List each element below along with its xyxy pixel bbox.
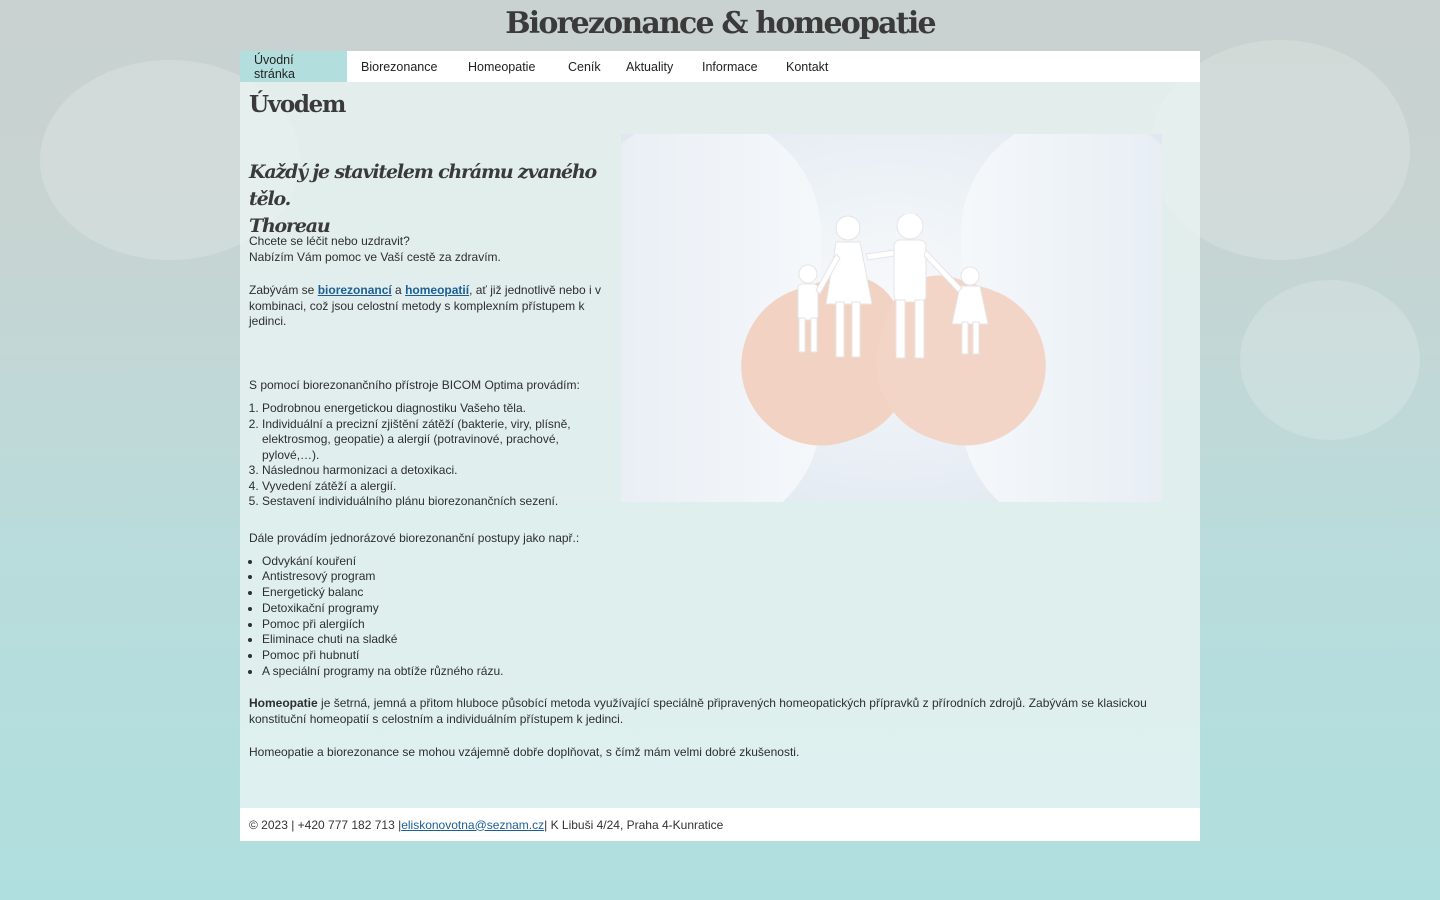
bicom-intro: S pomocí biorezonančního přístroje BICOM… bbox=[249, 377, 580, 392]
list-item: Eliminace chuti na sladké bbox=[262, 632, 1179, 648]
intro-paragraph: Chcete se léčit nebo uzdravit? Nabízím V… bbox=[249, 234, 604, 265]
homeopatie-paragraph: Homeopatie je šetrná, jemná a přitom hlu… bbox=[249, 696, 1179, 727]
nav-item-homeopatie[interactable]: Homeopatie bbox=[454, 51, 554, 82]
focus-text-mid: a bbox=[391, 283, 406, 297]
main-navigation: Úvodní stránka Biorezonance Homeopatie C… bbox=[240, 51, 1200, 82]
programs-list: Odvykání kouření Antistresový program En… bbox=[262, 554, 1179, 680]
site-title[interactable]: Biorezonance & homeopatie bbox=[0, 0, 1440, 48]
diagnostic-steps-list: Podrobnou energetickou diagnostiku Vašeh… bbox=[262, 401, 604, 510]
list-item: Individuální a precizní zjištění zátěží … bbox=[262, 417, 604, 464]
list-item: Pomoc při hubnutí bbox=[262, 648, 1179, 664]
nav-item-cenik[interactable]: Ceník bbox=[554, 51, 612, 82]
list-item: Pomoc při alergiích bbox=[262, 617, 1179, 633]
homeopatie-link[interactable]: homeopatií bbox=[405, 283, 469, 297]
biorezonance-link[interactable]: biorezonancí bbox=[318, 283, 392, 297]
programs-intro: Dále provádím jednorázové biorezonanční … bbox=[249, 531, 580, 545]
closing-paragraph: Homeopatie a biorezonance se mohou vzáje… bbox=[249, 744, 800, 759]
focus-text-start: Zabývám se bbox=[249, 283, 318, 297]
nav-item-uvodni-stranka[interactable]: Úvodní stránka bbox=[240, 51, 347, 82]
homeopatie-term: Homeopatie bbox=[249, 696, 318, 711]
intro-question: Chcete se léčit nebo uzdravit? bbox=[249, 234, 410, 248]
footer-email-link[interactable]: eliskonovotna@seznam.cz bbox=[401, 818, 544, 832]
list-item: Odvykání kouření bbox=[262, 554, 1179, 570]
hands-family-photo bbox=[621, 134, 1162, 502]
footer-contact-prefix: © 2023 | +420 777 182 713 | bbox=[249, 817, 402, 832]
site-header: Biorezonance & homeopatie bbox=[0, 0, 1440, 51]
background-leaf-decoration bbox=[1240, 280, 1420, 440]
paper-family-figure-icon bbox=[797, 214, 989, 359]
footer-address: | K Libuši 4/24, Praha 4-Kunratice bbox=[544, 817, 724, 832]
list-item: Antistresový program bbox=[262, 569, 1179, 585]
list-item: Energetický balanc bbox=[262, 585, 1179, 601]
quote-text: Každý je stavitelem chrámu zvaného tělo. bbox=[249, 161, 597, 210]
list-item: Podrobnou energetickou diagnostiku Vašeh… bbox=[262, 401, 604, 417]
list-item: A speciální programy na obtíže různého r… bbox=[262, 664, 1179, 680]
list-item: Sestavení individuálního plánu biorezona… bbox=[262, 494, 604, 510]
intro-offer: Nabízím Vám pomoc ve Vaší cestě za zdrav… bbox=[249, 249, 501, 264]
nav-item-biorezonance[interactable]: Biorezonance bbox=[347, 51, 454, 82]
list-item: Vyvedení zátěží a alergií. bbox=[262, 479, 604, 495]
homeopatie-description: je šetrná, jemná a přitom hluboce působí… bbox=[249, 696, 1147, 727]
intro-column: Chcete se léčit nebo uzdravit? Nabízím V… bbox=[249, 234, 604, 528]
quote: Každý je stavitelem chrámu zvaného tělo.… bbox=[249, 159, 609, 240]
focus-paragraph: Zabývám se biorezonancí a homeopatií, ať… bbox=[249, 283, 604, 330]
page-heading: Úvodem bbox=[249, 91, 346, 118]
lower-content: Dále provádím jednorázové biorezonanční … bbox=[249, 531, 1179, 777]
nav-item-informace[interactable]: Informace bbox=[688, 51, 772, 82]
nav-item-aktuality[interactable]: Aktuality bbox=[612, 51, 688, 82]
site-footer: © 2023 | +420 777 182 713 | eliskonovotn… bbox=[240, 808, 1200, 841]
list-item: Detoxikační programy bbox=[262, 601, 1179, 617]
content-wrapper: Úvodní stránka Biorezonance Homeopatie C… bbox=[240, 51, 1200, 841]
list-item: Následnou harmonizaci a detoxikaci. bbox=[262, 463, 604, 479]
nav-item-kontakt[interactable]: Kontakt bbox=[772, 51, 852, 82]
